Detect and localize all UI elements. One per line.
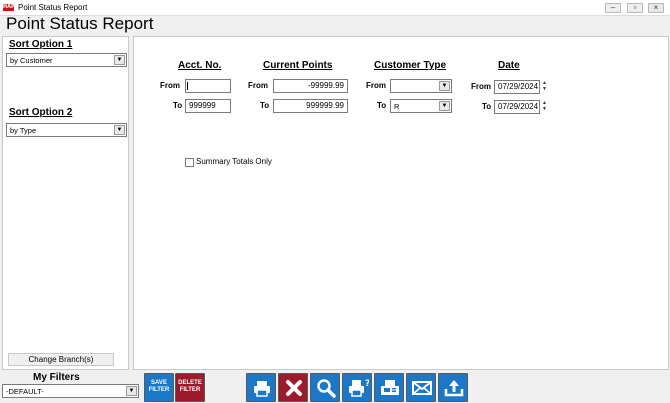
restore-icon: ▫ — [633, 3, 637, 12]
date-heading: Date — [498, 60, 520, 71]
points-from-label: From — [248, 81, 268, 90]
print-preview-icon: ? — [349, 379, 369, 397]
acct-from-label: From — [160, 81, 180, 90]
sort-option-2-select[interactable]: by Type ▼ — [6, 123, 127, 137]
export-button[interactable] — [438, 373, 468, 402]
close-window-button[interactable]: × — [648, 3, 664, 13]
svg-text:?: ? — [365, 379, 369, 389]
date-to-spinner[interactable]: ▲ ▼ — [541, 100, 548, 113]
change-branch-button[interactable]: Change Branch(s) — [8, 353, 114, 366]
my-filters-value: -DEFAULT- — [6, 387, 44, 396]
search-icon — [317, 379, 336, 398]
fax-icon — [381, 380, 399, 395]
print-preview-button[interactable]: ? — [342, 373, 372, 402]
app-icon: HAP — [3, 4, 15, 11]
minimize-icon: – — [610, 3, 616, 12]
close-icon — [286, 380, 302, 396]
text-cursor — [187, 82, 188, 90]
chevron-down-icon[interactable]: ▼ — [439, 81, 450, 91]
fax-button[interactable] — [374, 373, 404, 402]
window-title: Point Status Report — [18, 3, 88, 12]
date-from-label: From — [471, 82, 491, 91]
date-to-input[interactable]: 07/29/2024 — [494, 100, 540, 114]
page-title: Point Status Report — [6, 14, 154, 33]
save-filter-label-1: SAVE — [151, 380, 167, 386]
date-from-input[interactable]: 07/29/2024 — [494, 80, 540, 94]
spin-down-icon[interactable]: ▼ — [541, 106, 548, 112]
points-to-input[interactable]: 999999.99 — [273, 99, 348, 113]
sort-option-1-label: Sort Option 1 — [9, 39, 73, 50]
type-to-value: R — [394, 102, 400, 111]
date-to-label: To — [482, 102, 492, 111]
save-filter-button[interactable]: SAVE FILTER — [144, 373, 174, 402]
sort-option-2-value: by Type — [10, 126, 37, 135]
restore-button[interactable]: ▫ — [627, 3, 643, 13]
summary-totals-checkbox[interactable] — [185, 158, 194, 167]
upload-icon — [444, 380, 464, 397]
my-filters-select[interactable]: -DEFAULT- ▼ — [2, 384, 139, 398]
type-from-label: From — [366, 81, 386, 90]
my-filters-title: My Filters — [33, 372, 80, 383]
save-filter-label-2: FILTER — [148, 387, 170, 393]
acct-to-label: To — [173, 101, 183, 110]
current-points-heading: Current Points — [263, 60, 333, 71]
summary-totals-label[interactable]: Summary Totals Only — [196, 156, 272, 168]
chevron-down-icon[interactable]: ▼ — [126, 386, 137, 396]
cancel-button[interactable] — [278, 373, 308, 402]
email-icon — [412, 381, 432, 395]
close-icon: × — [653, 3, 659, 12]
type-to-label: To — [377, 101, 387, 110]
sort-options-panel — [2, 36, 129, 370]
minimize-button[interactable]: – — [605, 3, 621, 13]
chevron-down-icon[interactable]: ▼ — [114, 55, 125, 65]
sort-option-1-value: by Customer — [10, 56, 53, 65]
delete-filter-label-2: FILTER — [179, 387, 201, 393]
customer-type-heading: Customer Type — [374, 60, 447, 71]
printer-icon — [254, 381, 270, 397]
sort-option-2-label: Sort Option 2 — [9, 107, 73, 118]
points-from-input[interactable]: -99999.99 — [273, 79, 348, 93]
email-button[interactable] — [406, 373, 436, 402]
date-from-spinner[interactable]: ▲ ▼ — [541, 80, 548, 93]
acct-to-input[interactable]: 999999 — [185, 99, 231, 113]
acct-from-input[interactable] — [185, 79, 231, 93]
type-from-select[interactable]: ▼ — [390, 79, 452, 93]
points-to-label: To — [260, 101, 270, 110]
spin-down-icon[interactable]: ▼ — [541, 86, 548, 92]
print-button[interactable] — [246, 373, 276, 402]
type-to-select[interactable]: R ▼ — [390, 99, 452, 113]
acct-no-heading: Acct. No. — [178, 60, 222, 71]
delete-filter-button[interactable]: DELETE FILTER — [175, 373, 205, 402]
chevron-down-icon[interactable]: ▼ — [114, 125, 125, 135]
search-button[interactable] — [310, 373, 340, 402]
sort-option-1-select[interactable]: by Customer ▼ — [6, 53, 127, 67]
chevron-down-icon[interactable]: ▼ — [439, 101, 450, 111]
delete-filter-label-1: DELETE — [178, 380, 202, 386]
